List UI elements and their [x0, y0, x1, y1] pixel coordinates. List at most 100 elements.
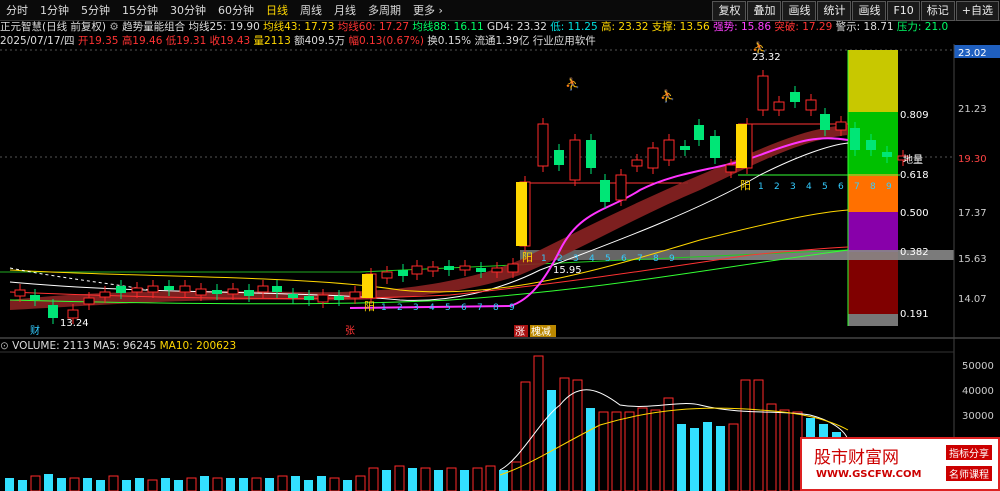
vol-tick-30000: 30000: [962, 411, 994, 422]
axis-tick-15: 15.63: [958, 254, 987, 265]
count-digit: 8: [870, 182, 876, 192]
indicator-name[interactable]: 趋势量能组合: [122, 21, 185, 33]
period-tab-fenshi[interactable]: 分时: [0, 2, 34, 18]
axis-tick-19: 19.30: [958, 154, 987, 165]
dl-marker: 地量: [903, 153, 923, 166]
gd4-value: GD4: 23.32: [487, 21, 547, 33]
ma25-value: 均线25: 19.90: [188, 21, 260, 33]
count-digit: 7: [477, 303, 483, 313]
count-digit: 2: [557, 254, 563, 264]
count-digit: 1: [758, 182, 764, 192]
count-digit: 7: [854, 182, 860, 192]
count-digit: 1: [381, 303, 387, 313]
count-digit: 6: [838, 182, 844, 192]
period-tab-multi[interactable]: 多周期: [362, 2, 407, 18]
axis-tick-21: 21.23: [958, 104, 987, 115]
high-mark: 23.32: [752, 52, 781, 63]
period-tab-daily[interactable]: 日线: [260, 2, 294, 18]
quote-change: 幅0.13(0.67%): [348, 35, 424, 47]
period-tab-5min[interactable]: 5分钟: [75, 2, 116, 18]
axis-tick-17: 17.37: [958, 208, 987, 219]
count-digit: 4: [589, 254, 595, 264]
add-favorite-button[interactable]: +自选: [955, 1, 999, 21]
period-tab-weekly[interactable]: 周线: [294, 2, 328, 18]
adjust-button[interactable]: 复权: [712, 1, 747, 21]
fib-0382: 0.382: [900, 247, 929, 258]
breakout-value: 突破: 17.29: [774, 21, 833, 33]
overlay-button[interactable]: 叠加: [747, 1, 782, 21]
pressure-value: 压力: 21.0: [896, 21, 949, 33]
mark-button[interactable]: 标记: [920, 1, 955, 21]
warn-value: 警示: 18.71: [835, 21, 894, 33]
count-digit: 6: [621, 254, 627, 264]
settings-icon[interactable]: ⚙: [109, 21, 118, 33]
draw-line-button[interactable]: 画线: [782, 1, 817, 21]
count-digit: 2: [774, 182, 780, 192]
count-digit: 5: [445, 303, 451, 313]
count-digit: 9: [886, 182, 892, 192]
fib-0809: 0.809: [900, 110, 929, 121]
axis-tick-23: 23.02: [958, 48, 987, 59]
quote-open: 开19.35: [77, 35, 119, 47]
period-tab-1min[interactable]: 1分钟: [34, 2, 75, 18]
quote-float: 流通1.39亿: [474, 35, 530, 47]
count-digit: 4: [806, 182, 812, 192]
quote-info-row: 2025/07/17/四 开19.35 高19.46 低19.31 收19.43…: [0, 34, 960, 48]
f10-button[interactable]: F10: [887, 1, 920, 21]
quote-date: 2025/07/17/四: [0, 35, 75, 47]
volume-bars: [5, 355, 841, 491]
quote-close: 收19.43: [209, 35, 251, 47]
count-digit: 1: [541, 254, 547, 264]
zhang-marker: 张: [345, 325, 355, 337]
period-tab-more[interactable]: 更多 ›: [407, 2, 449, 18]
count-digit: 3: [790, 182, 796, 192]
axis-tick-14: 14.07: [958, 294, 987, 305]
period-tab-15min[interactable]: 15分钟: [116, 2, 164, 18]
period-tab-60min[interactable]: 60分钟: [212, 2, 260, 18]
volume-header: ⊙ VOLUME: 2113 MA5: 96245 MA10: 200623: [0, 340, 236, 353]
period-toolbar: 分时 1分钟 5分钟 15分钟 30分钟 60分钟 日线 周线 月线 多周期 更…: [0, 0, 1000, 21]
high-value: 高: 23.32: [601, 21, 649, 33]
watermark-logo: 股市财富网 WWW.GSCFW.COM 指标分享 名师课程: [800, 437, 1000, 491]
quote-amount: 额409.5万: [294, 35, 346, 47]
watermark-url: WWW.GSCFW.COM: [816, 469, 922, 480]
fib-0500: 0.500: [900, 208, 929, 219]
collapse-icon[interactable]: ⊙: [0, 340, 12, 352]
fib-bands: [847, 50, 898, 326]
volume-value: VOLUME: 2113: [12, 340, 90, 352]
yang-label-2: 阳: [522, 251, 533, 264]
count-digit: 2: [397, 303, 403, 313]
count-digit: 4: [429, 303, 435, 313]
count-digit: 7: [637, 254, 643, 264]
draw-line-button-2[interactable]: 画线: [852, 1, 887, 21]
period-tab-monthly[interactable]: 月线: [328, 2, 362, 18]
low-mark: 13.24: [60, 318, 89, 329]
count-seq-2: 123456789: [541, 254, 675, 264]
count-seq-3: 123456789: [758, 182, 892, 192]
chevron-right-icon: ›: [435, 4, 443, 17]
count-seq-1: 123456789: [381, 303, 515, 313]
stats-button[interactable]: 统计: [817, 1, 852, 21]
count-digit: 9: [509, 303, 515, 313]
count-digit: 9: [669, 254, 675, 264]
watermark-title: 股市财富网: [814, 448, 899, 468]
candlestick-chart[interactable]: ⛹⛹⛹ 23.32 13.24 15.95 阳 阳 阳 123456789 12…: [0, 0, 1000, 491]
mid-mark: 15.95: [553, 265, 582, 276]
indicator-info-row: 正元智慧(日线 前复权) ⚙ 趋势量能组合 均线25: 19.90 均线43: …: [0, 20, 1000, 34]
yang-label-3: 阳: [740, 179, 751, 192]
vol-tick-40000: 40000: [962, 386, 994, 397]
stock-title: 正元智慧(日线 前复权): [0, 21, 107, 33]
count-digit: 6: [461, 303, 467, 313]
period-tab-30min[interactable]: 30分钟: [164, 2, 212, 18]
count-digit: 8: [493, 303, 499, 313]
ma88-value: 均线88: 16.11: [412, 21, 484, 33]
watermark-badge-2: 名师课程: [946, 466, 992, 481]
quote-low: 低19.31: [165, 35, 207, 47]
volume-ma10: MA10: 200623: [159, 340, 237, 352]
support-value: 支撑: 13.56: [651, 21, 710, 33]
fib-0191: 0.191: [900, 309, 929, 320]
cai-marker: 财: [30, 324, 40, 337]
count-digit: 3: [413, 303, 419, 313]
fib-0618: 0.618: [900, 170, 929, 181]
runner-icon: ⛹: [565, 76, 580, 91]
